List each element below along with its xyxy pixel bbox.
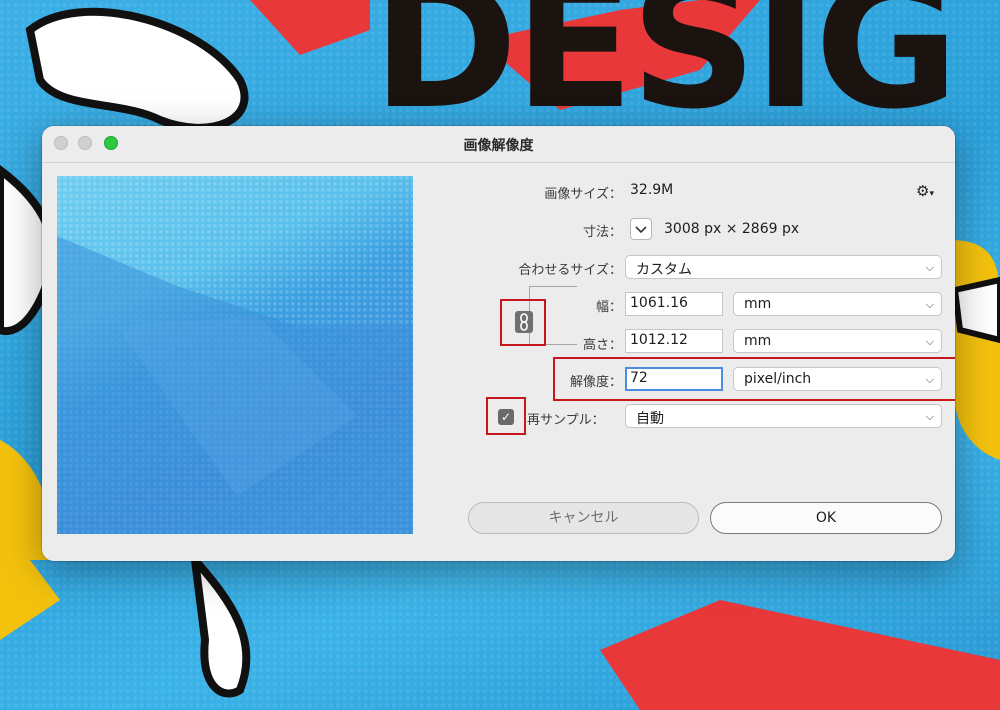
fit-to-label: 合わせるサイズ： [518,263,622,278]
height-label: 高さ： [582,338,622,353]
dimensions-unit-toggle[interactable] [630,218,652,240]
width-unit-value: mm [744,296,772,312]
width-unit-select[interactable]: mm ⌵ [733,292,942,316]
height-unit-value: mm [744,333,772,349]
chevron-down-icon [635,226,647,234]
chevron-down-icon: ⌵ [925,298,934,311]
dimensions-label: 寸法： [582,225,622,240]
constrain-bracket-top [529,286,577,287]
cancel-button[interactable]: キャンセル [468,502,699,534]
image-preview[interactable] [57,176,413,534]
dialog-title: 画像解像度 [463,138,534,154]
image-size-label: 画像サイズ： [544,187,622,202]
resample-label: 再サンプル： [527,413,605,428]
resample-value: 自動 [636,411,664,427]
resample-select[interactable]: 自動 ⌵ [625,404,942,428]
highlight-resample [486,397,526,435]
width-label: 幅： [595,300,622,315]
fit-to-value: カスタム [636,262,692,278]
height-unit-select[interactable]: mm ⌵ [733,329,942,353]
fit-to-select[interactable]: カスタム ⌵ [625,255,942,279]
image-size-value: 32.9M [630,182,674,198]
chevron-down-icon: ⌵ [925,410,934,423]
width-field[interactable]: 1061.16 [625,292,723,316]
image-size-dialog: 画像解像度 画像サイズ： 32.9M ⚙▾ 寸法： 3008 px × 2869… [42,126,955,561]
preview-texture [57,236,413,534]
gear-icon[interactable]: ⚙▾ [916,182,934,200]
height-field[interactable]: 1012.12 [625,329,723,353]
ok-button[interactable]: OK [710,502,942,534]
background-text: DESIG [372,0,959,148]
chevron-down-icon: ⌵ [925,335,934,348]
highlight-resolution [553,357,955,401]
dimensions-value: 3008 px × 2869 px [664,221,800,237]
dialog-titlebar: 画像解像度 [42,126,955,163]
chevron-down-icon: ⌵ [925,261,934,274]
